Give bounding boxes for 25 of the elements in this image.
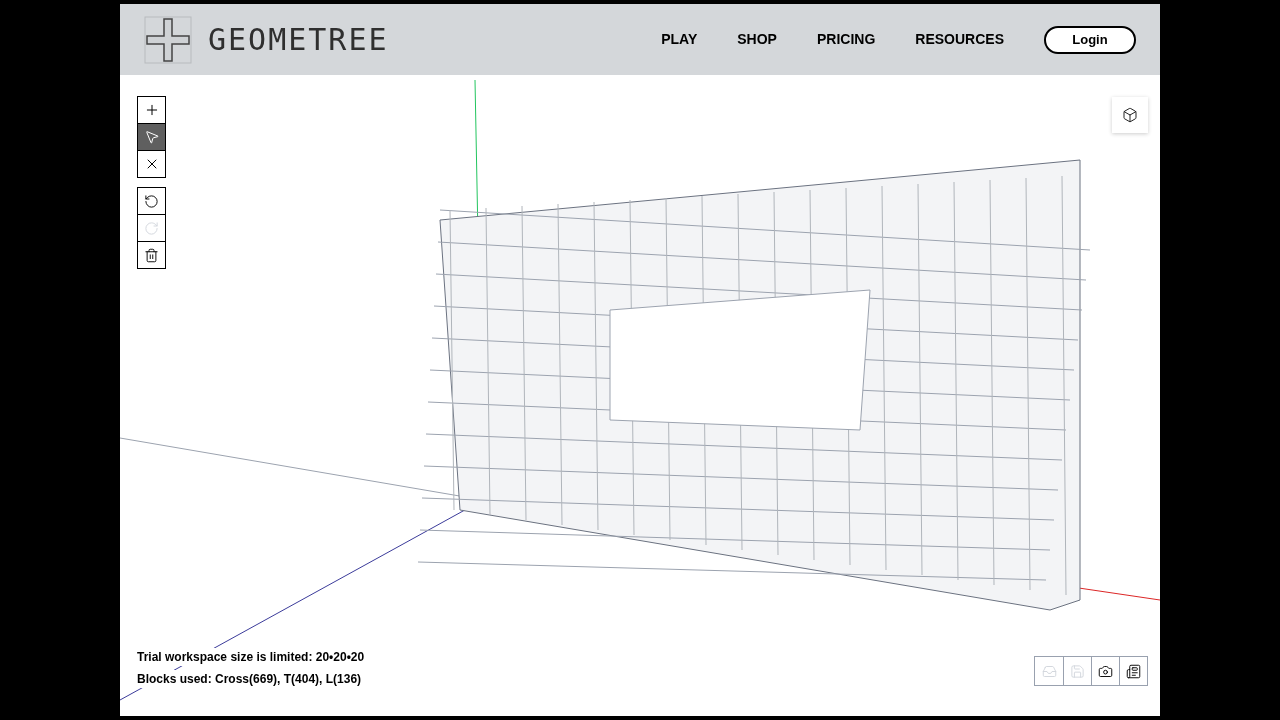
- nav-link[interactable]: PRICING: [816, 29, 876, 50]
- redo-icon: [144, 220, 159, 236]
- undo-icon: [144, 193, 159, 209]
- camera-icon: [1098, 663, 1113, 679]
- document-icon: [1126, 663, 1141, 679]
- tool-button[interactable]: [137, 241, 166, 269]
- cross-logo-icon: [144, 15, 192, 64]
- tool-button[interactable]: [137, 96, 166, 124]
- tray-icon: [1041, 663, 1057, 679]
- tool-button[interactable]: [137, 150, 166, 178]
- nav-link[interactable]: SHOP: [737, 29, 777, 50]
- nav-link[interactable]: RESOURCES: [915, 29, 1004, 50]
- tool-button[interactable]: [137, 187, 166, 215]
- status-text: Trial workspace size is limited: 20•20•20: [137, 648, 365, 666]
- login-button[interactable]: Login: [1044, 25, 1136, 54]
- nav-link[interactable]: PLAY: [661, 29, 698, 50]
- logo-wordmark: GEOMETREE: [208, 21, 389, 59]
- view-cube-button[interactable]: [1112, 97, 1148, 133]
- pointer-icon: [143, 129, 160, 145]
- trash-icon: [144, 247, 159, 263]
- cube-icon: [1122, 107, 1138, 123]
- tool-button[interactable]: [137, 123, 166, 151]
- save-icon: [1070, 663, 1085, 679]
- viewport-canvas[interactable]: Trial workspace size is limited: 20•20•20 Blocks used: Cross(669), T(404), L(136): [120, 75, 1160, 716]
- status-text: Blocks used: Cross(669), T(404), L(136): [137, 670, 362, 688]
